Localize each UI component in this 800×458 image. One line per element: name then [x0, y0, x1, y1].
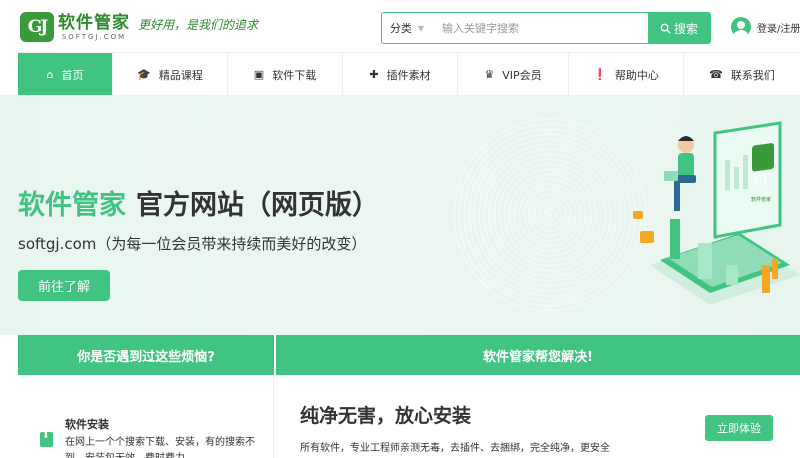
nav-item-help[interactable]: ❗ 帮助中心 — [569, 53, 684, 96]
home-icon: ⌂ — [46, 68, 54, 81]
nav-item-label: 首页 — [61, 68, 84, 82]
nav-item-label: VIP会员 — [502, 68, 542, 82]
monitor-brand-text: 软件管家 — [751, 196, 771, 203]
nav-item-software[interactable]: ▣ 软件下载 — [228, 53, 343, 96]
nav-item-label: 帮助中心 — [614, 68, 659, 82]
logo-text: 软件管家 SOFTGJ.COM — [58, 13, 130, 41]
slogan: 更好用，是我们的追求 — [138, 18, 259, 32]
download-box-icon: ▣ — [253, 68, 265, 81]
help-icon: ❗ — [593, 68, 607, 81]
search-icon — [660, 23, 671, 34]
download-icon — [40, 431, 53, 447]
user-avatar-icon — [731, 17, 751, 37]
search-category-select[interactable]: 分类 ▼ — [382, 13, 432, 43]
nav-item-label: 软件下载 — [272, 68, 317, 82]
hero-banner: 软件管家 官方网站（网页版） softgj.com（为每一位会员带来持续而美好的改… — [0, 95, 800, 335]
nav-item-courses[interactable]: 🎓 精品课程 — [113, 53, 228, 96]
chevron-down-icon: ▼ — [417, 23, 425, 33]
site-logo[interactable]: GJ 软件管家 SOFTGJ.COM — [20, 12, 130, 42]
solution-title: 纯净无害，放心安装 — [300, 405, 472, 427]
hero-title-accent: 软件管家 — [18, 190, 126, 221]
graduation-cap-icon: 🎓 — [137, 68, 151, 81]
problem-solution-section: 你是否遇到过这些烦恼? 软件管家帮您解决! 软件安装 在网上一个个搜索下载、安装… — [18, 335, 800, 458]
nav-item-label: 联系我们 — [730, 68, 775, 82]
solution-panel: 纯净无害，放心安装 所有软件，专业工程师亲测无毒，去插件、去捆绑，完全纯净，更安… — [276, 375, 800, 458]
solution-description: 所有软件，专业工程师亲测无毒，去插件、去捆绑，完全纯净，更安全 — [300, 443, 610, 454]
main-nav: ⌂ 首页 🎓 精品课程 ▣ 软件下载 ✚ 插件素材 ♛ VIP会员 ❗ 帮助中心… — [18, 52, 800, 96]
search-bar: 分类 ▼ 搜索 — [381, 12, 711, 44]
header: GJ 软件管家 SOFTGJ.COM 更好用，是我们的追求 分类 ▼ 搜索 登录… — [0, 0, 800, 52]
logo-mark-icon: GJ — [20, 12, 54, 42]
hero-illustration: GJ 软件管家 — [633, 121, 800, 305]
solution-heading: 软件管家帮您解决! — [276, 335, 800, 375]
search-input[interactable] — [432, 13, 648, 43]
puzzle-icon: ✚ — [369, 68, 379, 81]
phone-icon: ☎ — [709, 68, 723, 81]
problem-description: 在网上一个个搜索下载、安装，有的搜索不到，安装包无效，费时费力 — [65, 437, 255, 458]
hero-title: 软件管家 官方网站（网页版） — [18, 183, 379, 222]
problem-heading: 你是否遇到过这些烦恼? — [18, 335, 274, 375]
try-now-button[interactable]: 立即体验 — [705, 415, 773, 441]
nav-item-vip[interactable]: ♛ VIP会员 — [458, 53, 569, 96]
crown-icon: ♛ — [484, 68, 495, 81]
login-register-label: 登录/注册 — [757, 23, 800, 35]
nav-item-plugins[interactable]: ✚ 插件素材 — [343, 53, 458, 96]
learn-more-button[interactable]: 前往了解 — [18, 270, 110, 301]
hero-subtitle: softgj.com（为每一位会员带来持续而美好的改变） — [18, 235, 367, 253]
hero-decoration — [450, 115, 650, 315]
login-register-link[interactable]: 登录/注册 — [731, 17, 800, 37]
problem-title: 软件安装 — [65, 418, 109, 431]
problem-panel: 软件安装 在网上一个个搜索下载、安装，有的搜索不到，安装包无效，费时费力 — [18, 375, 274, 458]
nav-item-label: 精品课程 — [158, 68, 203, 82]
search-category-label: 分类 — [389, 22, 412, 35]
nav-item-label: 插件素材 — [386, 68, 431, 82]
monitor-logo-text: GJ — [754, 175, 768, 186]
logo-name: 软件管家 — [58, 13, 130, 33]
search-button[interactable]: 搜索 — [648, 13, 710, 43]
search-button-label: 搜索 — [673, 21, 698, 36]
hero-title-rest: 官方网站（网页版） — [136, 190, 379, 221]
nav-item-contact[interactable]: ☎ 联系我们 — [684, 53, 800, 96]
logo-domain: SOFTGJ.COM — [61, 33, 127, 41]
nav-item-home[interactable]: ⌂ 首页 — [18, 53, 113, 96]
